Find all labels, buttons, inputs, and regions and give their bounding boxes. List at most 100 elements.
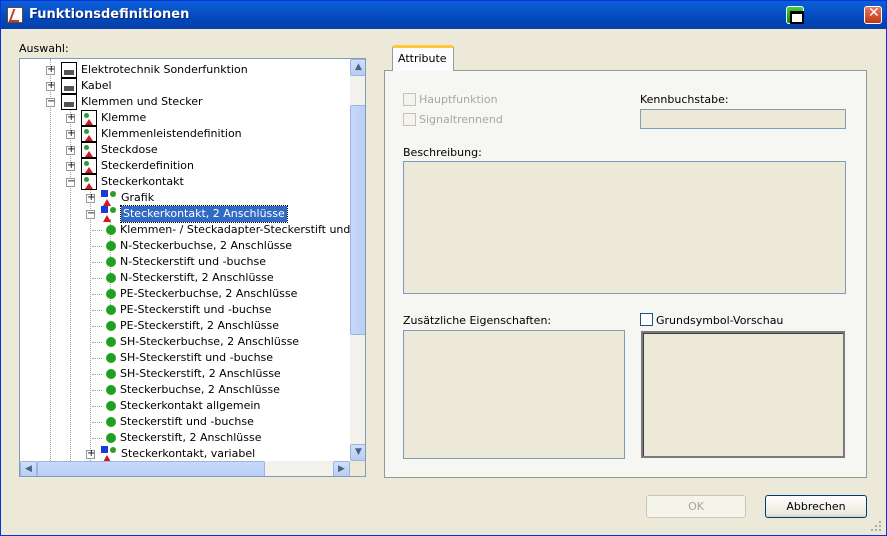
collapse-icon[interactable]: − [66, 176, 75, 187]
tree-item[interactable]: − Steckerkontakt [20, 174, 350, 190]
grundsymbol-vorschau-checkbox[interactable] [640, 313, 653, 326]
symbol-icon [81, 110, 97, 126]
scroll-left-button[interactable]: ◀ [20, 461, 37, 476]
close-icon: ✕ [868, 5, 880, 21]
hauptfunktion-label: Hauptfunktion [419, 93, 498, 106]
tree-item[interactable]: Steckerbuchse, 2 Anschlüsse [20, 382, 350, 398]
symbol-icon [81, 174, 97, 190]
kennbuchstabe-label: Kennbuchstabe: [640, 93, 729, 106]
scroll-down-button[interactable]: ▼ [350, 444, 365, 461]
tree-item[interactable]: + Steckdose [20, 142, 350, 158]
multi-symbol-icon [101, 446, 117, 462]
tree-connector [92, 422, 102, 423]
tree-connector [92, 278, 102, 279]
app-icon [7, 7, 23, 23]
expand-icon[interactable]: + [86, 448, 95, 459]
printer-icon [61, 78, 77, 94]
attributes-panel: Hauptfunktion Signaltrennend Kennbuchsta… [384, 70, 867, 478]
tab-attribute[interactable]: Attribute [392, 45, 454, 71]
tree-item[interactable]: Steckerstift und -buchse [20, 414, 350, 430]
vertical-scroll-thumb[interactable] [350, 105, 365, 335]
vertical-scrollbar[interactable]: ▲ ▼ [350, 59, 365, 461]
expand-icon[interactable]: + [66, 112, 75, 123]
symbol-icon [81, 126, 97, 142]
multi-symbol-icon [101, 190, 117, 206]
expand-icon[interactable]: + [66, 128, 75, 139]
green-dot-icon [106, 225, 116, 235]
tree-item[interactable]: PE-Steckerstift und -buchse [20, 302, 350, 318]
tree-connector [92, 326, 102, 327]
green-dot-icon [106, 321, 116, 331]
horizontal-scroll-thumb[interactable] [37, 461, 265, 476]
expand-icon[interactable]: + [46, 80, 55, 91]
tree-item[interactable]: + Grafik [20, 190, 350, 206]
tree-item[interactable]: Steckerkontakt allgemein [20, 398, 350, 414]
tree-item-label: N-Steckerstift und -buchse [120, 255, 267, 268]
tree-item[interactable]: + Klemmenleistendefinition [20, 126, 350, 142]
function-tree[interactable]: + Elektrotechnik Sonderfunktion + Kabel − Kle… [19, 58, 366, 477]
collapse-icon[interactable]: − [46, 96, 55, 107]
tree-item[interactable]: − Klemmen und Stecker [20, 94, 350, 110]
printer-icon [61, 62, 77, 78]
zusaetzliche-eigenschaften-list[interactable] [403, 330, 625, 459]
expand-icon[interactable]: + [66, 160, 75, 171]
green-dot-icon [106, 289, 116, 299]
beschreibung-label: Beschreibung: [403, 146, 482, 159]
chevron-left-icon: ◀ [25, 464, 32, 474]
scroll-up-button[interactable]: ▲ [350, 59, 365, 76]
horizontal-scrollbar[interactable]: ◀ ▶ [20, 461, 350, 476]
tree-connector [92, 438, 102, 439]
selection-label: Auswahl: [19, 42, 69, 55]
tree-item[interactable]: SH-Steckerstift, 2 Anschlüsse [20, 366, 350, 382]
beschreibung-field[interactable] [403, 161, 846, 294]
expand-icon[interactable]: + [66, 144, 75, 155]
signaltrennend-label: Signaltrennend [419, 113, 503, 126]
tree-connector [92, 246, 102, 247]
tree-item[interactable]: + Elektrotechnik Sonderfunktion [20, 62, 350, 78]
green-dot-icon [106, 257, 116, 267]
tree-item[interactable]: + Steckerdefinition [20, 158, 350, 174]
tree-item[interactable]: + Steckerkontakt, variabel [20, 446, 350, 462]
kennbuchstabe-field[interactable] [640, 109, 846, 129]
tree-item[interactable]: − Steckerkontakt, 2 Anschlüsse [20, 205, 350, 223]
expand-icon[interactable]: + [46, 64, 55, 75]
tree-item-label: PE-Steckerstift, 2 Anschlüsse [120, 319, 280, 332]
green-dot-icon [106, 353, 116, 363]
tree-item-label: N-Steckerstift, 2 Anschlüsse [120, 271, 274, 284]
green-dot-icon [106, 385, 116, 395]
collapse-icon[interactable]: − [86, 208, 95, 219]
tree-item[interactable]: N-Steckerstift und -buchse [20, 254, 350, 270]
extra-window-button[interactable] [786, 6, 804, 24]
tree-item-label: Steckerkontakt [101, 175, 184, 188]
title-bar[interactable]: Funktionsdefinitionen ✕ [1, 1, 886, 29]
chevron-right-icon: ▶ [338, 464, 345, 474]
tree-item[interactable]: SH-Steckerbuchse, 2 Anschlüsse [20, 334, 350, 350]
tree-item[interactable]: + Klemme [20, 110, 350, 126]
resize-grip-icon[interactable] [869, 519, 883, 533]
tree-item[interactable]: Klemmen- / Steckadapter-Steckerstift und… [20, 222, 358, 238]
tree-item-label: Klemmen und Stecker [81, 95, 203, 108]
grundsymbol-preview [641, 331, 845, 458]
tree-connector [92, 310, 102, 311]
scroll-right-button[interactable]: ▶ [333, 461, 350, 476]
signaltrennend-checkbox[interactable] [403, 113, 416, 126]
tree-item[interactable]: + Kabel [20, 78, 350, 94]
cancel-button[interactable]: Abbrechen [765, 495, 867, 518]
ok-button[interactable]: OK [646, 495, 746, 518]
hauptfunktion-checkbox[interactable] [403, 93, 416, 106]
expand-icon[interactable]: + [86, 192, 95, 203]
tree-item[interactable]: N-Steckerbuchse, 2 Anschlüsse [20, 238, 350, 254]
tree-item-label: Klemmen- / Steckadapter-Steckerstift und… [120, 223, 358, 236]
tree-item[interactable]: SH-Steckerstift und -buchse [20, 350, 350, 366]
tree-item-label: Steckerbuchse, 2 Anschlüsse [120, 383, 280, 396]
green-dot-icon [106, 369, 116, 379]
tree-item-label: Elektrotechnik Sonderfunktion [81, 63, 248, 76]
tree-item[interactable]: PE-Steckerbuchse, 2 Anschlüsse [20, 286, 350, 302]
tree-item[interactable]: N-Steckerstift, 2 Anschlüsse [20, 270, 350, 286]
tree-item[interactable]: PE-Steckerstift, 2 Anschlüsse [20, 318, 350, 334]
tree-item[interactable]: Steckerstift, 2 Anschlüsse [20, 430, 350, 446]
green-dot-icon [106, 241, 116, 251]
close-button[interactable]: ✕ [864, 5, 882, 24]
tree-item-label: Steckdose [101, 143, 158, 156]
dialog-window: Funktionsdefinitionen ✕ Auswahl: + Elektr… [0, 0, 887, 536]
